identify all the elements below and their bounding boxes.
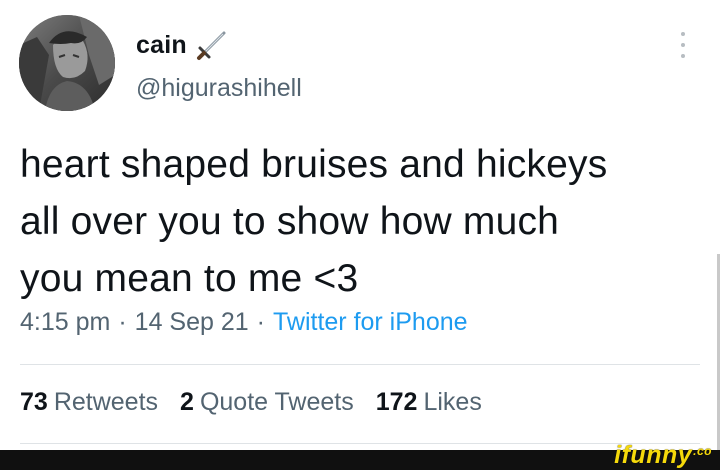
more-vertical-icon[interactable] bbox=[679, 32, 687, 58]
retweets-label: Retweets bbox=[53, 388, 159, 416]
user-handle[interactable]: @higurashihell bbox=[136, 74, 302, 103]
tweet-date[interactable]: 14 Sep 21 bbox=[135, 308, 249, 337]
quote-tweets-count: 2 bbox=[180, 388, 194, 416]
tweet-time[interactable]: 4:15 pm bbox=[20, 308, 110, 337]
meta-separator: · bbox=[118, 308, 127, 336]
divider bbox=[20, 364, 700, 365]
dagger-icon bbox=[195, 28, 229, 62]
ifunny-logo: ifunny .co bbox=[614, 441, 712, 470]
tweet-text: heart shaped bruises and hickeys all ove… bbox=[20, 143, 608, 300]
tweet-page: cain @higurashihell heart shaped bruises… bbox=[0, 0, 720, 470]
ifunny-logo-text: ifunny bbox=[614, 441, 693, 469]
quote-tweets-label: Quote Tweets bbox=[199, 388, 354, 416]
tweet-stats: 73 Retweets 2 Quote Tweets 172 Likes bbox=[20, 388, 482, 417]
tweet-source-link[interactable]: Twitter for iPhone bbox=[273, 308, 468, 337]
avatar[interactable] bbox=[19, 15, 115, 111]
display-name[interactable]: cain bbox=[136, 31, 187, 60]
avatar-image bbox=[19, 15, 115, 111]
likes-label: Likes bbox=[423, 388, 482, 416]
retweets-count: 73 bbox=[20, 388, 48, 416]
likes-stat[interactable]: 172 Likes bbox=[376, 388, 482, 417]
quote-tweets-stat[interactable]: 2 Quote Tweets bbox=[180, 388, 354, 417]
retweets-stat[interactable]: 73 Retweets bbox=[20, 388, 158, 417]
divider bbox=[20, 443, 700, 444]
watermark-bar bbox=[0, 450, 720, 470]
display-name-row: cain bbox=[136, 28, 229, 62]
likes-count: 172 bbox=[375, 388, 418, 416]
meta-separator: · bbox=[256, 308, 265, 336]
tweet-meta: 4:15 pm · 14 Sep 21 · Twitter for iPhone bbox=[20, 308, 468, 337]
ifunny-logo-suffix: .co bbox=[693, 444, 712, 458]
